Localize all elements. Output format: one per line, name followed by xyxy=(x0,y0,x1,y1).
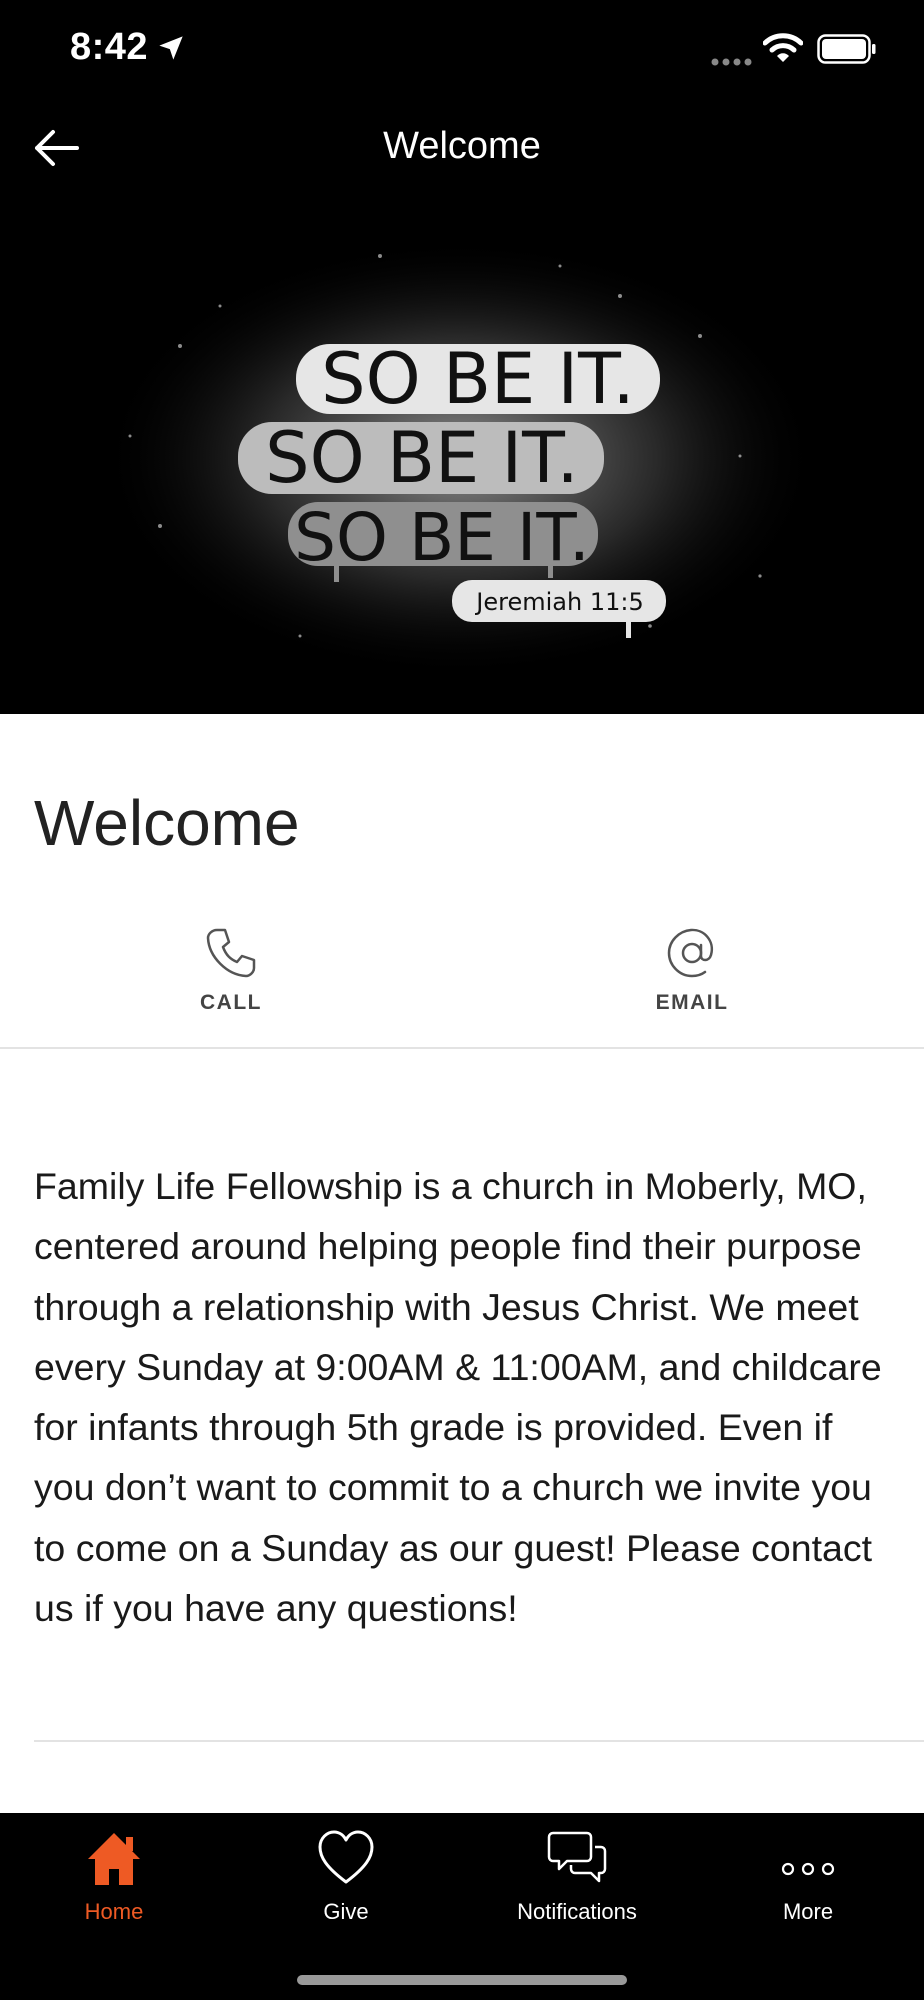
status-time: 8:42 xyxy=(70,26,149,68)
email-button[interactable]: EMAIL xyxy=(572,925,812,1035)
tab-notifications[interactable]: Notifications xyxy=(487,1827,667,1937)
tab-give-label: Give xyxy=(323,1899,369,1924)
contact-actions: CALL EMAIL xyxy=(0,905,924,1049)
call-button[interactable]: CALL xyxy=(111,925,351,1035)
battery-icon xyxy=(817,34,877,69)
location-arrow-icon xyxy=(157,34,185,67)
email-label: EMAIL xyxy=(655,991,729,1014)
tab-notifications-label: Notifications xyxy=(517,1899,637,1924)
tab-home[interactable]: Home xyxy=(24,1827,204,1937)
hero-image: SO BE IT. SO BE IT. SO BE IT. Jeremiah 1… xyxy=(0,196,924,714)
tab-more-label: More xyxy=(782,1899,834,1924)
welcome-description: Family Life Fellowship is a church in Mo… xyxy=(34,1165,882,1630)
home-indicator xyxy=(297,1975,627,1985)
wifi-icon xyxy=(762,32,804,69)
call-label: CALL xyxy=(200,991,262,1014)
tab-give[interactable]: Give xyxy=(256,1827,436,1937)
tab-home-label: Home xyxy=(84,1899,144,1924)
hero-line-1: SO BE IT. xyxy=(321,338,635,420)
chat-bubbles-icon xyxy=(547,1831,607,1883)
heart-icon xyxy=(318,1830,374,1884)
hero-reference: Jeremiah 11:5 xyxy=(474,588,643,616)
navigation-bar: Welcome xyxy=(0,100,924,196)
tab-bar: Home Give Notifications More xyxy=(0,1813,924,2000)
cellular-signal-icon xyxy=(711,54,753,72)
at-sign-icon xyxy=(667,928,714,978)
phone-icon xyxy=(206,928,256,978)
hero-line-2: SO BE IT. xyxy=(265,417,579,499)
hero-line-3: SO BE IT. xyxy=(294,499,590,576)
divider xyxy=(34,1740,924,1742)
home-icon xyxy=(88,1833,140,1885)
more-dots-icon xyxy=(781,1862,835,1876)
page-title: Welcome xyxy=(34,787,300,859)
nav-title: Welcome xyxy=(383,125,541,167)
status-bar: 8:42 xyxy=(0,0,924,100)
tab-more[interactable]: More xyxy=(718,1827,898,1937)
